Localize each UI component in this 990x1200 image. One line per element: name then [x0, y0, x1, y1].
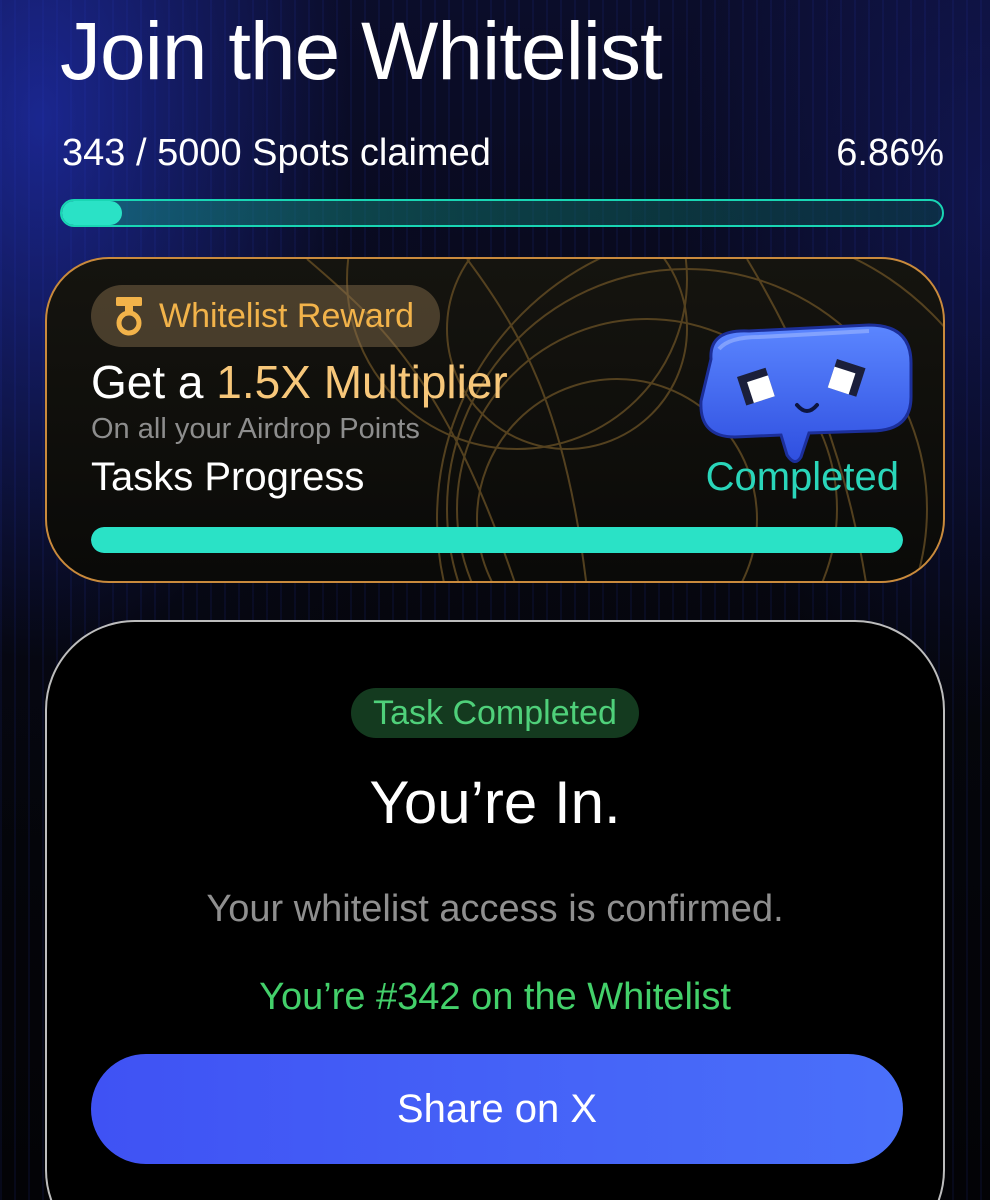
share-on-x-button[interactable]: Share on X	[91, 1054, 903, 1164]
tasks-progress-bar	[91, 527, 903, 553]
medal-icon	[116, 297, 142, 336]
whitelist-reward-badge: Whitelist Reward	[91, 285, 441, 347]
spots-progress-bar	[60, 199, 944, 227]
airdrop-points-subtitle: On all your Airdrop Points	[91, 413, 420, 445]
whitelist-rank: You’re #342 on the Whitelist	[259, 976, 731, 1018]
reward-badge-label: Whitelist Reward	[159, 296, 415, 335]
multiplier-value: 1.5X Multiplier	[216, 356, 508, 408]
tasks-progress-fill	[91, 527, 903, 553]
task-completed-badge-wrap: Task Completed	[47, 688, 943, 738]
spots-progress-fill	[62, 201, 123, 225]
speech-bubble-mascot-icon	[699, 323, 913, 463]
task-completed-badge: Task Completed	[351, 688, 639, 738]
confirmation-description: Your whitelist access is confirmed.	[206, 888, 784, 930]
confirmation-heading: You’re In.	[369, 769, 621, 836]
spots-claimed-row: 343 / 5000 Spots claimed 6.86%	[62, 128, 944, 178]
spots-claimed-percent: 6.86%	[836, 131, 944, 174]
tasks-progress-label: Tasks Progress	[91, 455, 365, 499]
multiplier-headline-prefix: Get a	[91, 356, 217, 408]
task-confirmation-card: Task Completed You’re In. Your whitelist…	[45, 620, 945, 1200]
spots-claimed-label: 343 / 5000 Spots claimed	[62, 131, 491, 174]
page-title: Join the Whitelist	[60, 6, 663, 97]
multiplier-headline: Get a 1.5X Multiplier	[91, 355, 508, 409]
whitelist-page: Join the Whitelist 343 / 5000 Spots clai…	[0, 0, 990, 1200]
whitelist-reward-card: Whitelist Reward Get a 1.5X Multiplier O…	[45, 257, 945, 583]
